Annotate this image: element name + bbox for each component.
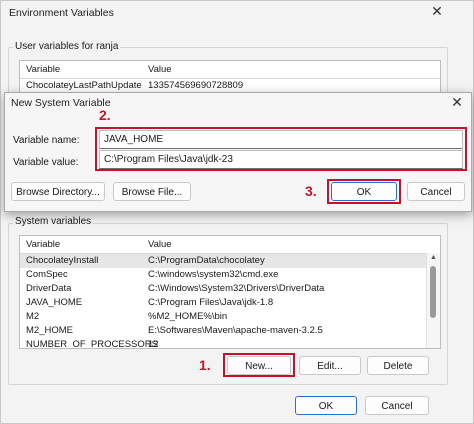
close-icon[interactable]: ✕: [449, 94, 465, 110]
edit-button[interactable]: Edit...: [299, 356, 361, 375]
dialog-title: New System Variable: [11, 97, 111, 109]
variable-value: C:\windows\system32\cmd.exe: [148, 269, 279, 280]
variable-value-label: Variable value:: [13, 157, 79, 168]
scrollbar-thumb[interactable]: [430, 266, 436, 318]
browse-directory-button[interactable]: Browse Directory...: [11, 182, 105, 201]
table-row[interactable]: NUMBER_OF_PROCESSORS 12: [20, 338, 426, 349]
dialog-ok-button[interactable]: OK: [331, 182, 397, 201]
variable-name: M2: [26, 311, 40, 322]
variable-name: M2_HOME: [26, 325, 73, 336]
table-row[interactable]: JAVA_HOME C:\Program Files\Java\jdk-1.8: [20, 296, 426, 310]
scroll-up-icon[interactable]: ▲: [427, 253, 440, 263]
variable-value: C:\Program Files\Java\jdk-1.8: [148, 297, 274, 308]
user-list-header: Variable Value: [20, 61, 440, 79]
vertical-scrollbar[interactable]: ▲: [426, 253, 440, 348]
variable-value: %M2_HOME%\bin: [148, 311, 228, 322]
table-row[interactable]: M2 %M2_HOME%\bin: [20, 310, 426, 324]
user-variables-label: User variables for ranja: [13, 41, 121, 52]
variable-value: E:\Softwares\Maven\apache-maven-3.2.5: [148, 325, 323, 336]
variable-name-field[interactable]: JAVA_HOME: [99, 130, 463, 149]
variable-value-field[interactable]: C:\Program Files\Java\jdk-23: [99, 150, 463, 169]
list-item[interactable]: ChocolateyLastPathUpdate 133574569690728…: [20, 79, 426, 93]
variable-name: JAVA_HOME: [26, 297, 83, 308]
window-title: Environment Variables: [9, 7, 114, 19]
system-list-header: Variable Value: [20, 236, 440, 254]
variable-name: ComSpec: [26, 269, 68, 280]
step-2-annotation: 2.: [99, 107, 111, 123]
variable-name: DriverData: [26, 283, 72, 294]
column-header-variable[interactable]: Variable: [26, 64, 60, 75]
env-cancel-button[interactable]: Cancel: [365, 396, 429, 415]
variable-value: C:\ProgramData\chocolatey: [148, 255, 265, 266]
new-button[interactable]: New...: [227, 356, 291, 375]
delete-button[interactable]: Delete: [367, 356, 429, 375]
system-variables-label: System variables: [13, 216, 94, 227]
step-1-annotation: 1.: [199, 357, 211, 373]
column-header-value[interactable]: Value: [148, 64, 172, 75]
table-row[interactable]: M2_HOME E:\Softwares\Maven\apache-maven-…: [20, 324, 426, 338]
step-3-annotation: 3.: [305, 183, 317, 199]
system-variables-list[interactable]: Variable Value ChocolateyInstall C:\Prog…: [19, 235, 441, 349]
column-header-variable[interactable]: Variable: [26, 239, 60, 250]
env-ok-button[interactable]: OK: [295, 396, 357, 415]
table-row[interactable]: ChocolateyInstall C:\ProgramData\chocola…: [20, 254, 426, 268]
variable-name: ChocolateyInstall: [26, 255, 99, 266]
variable-value: 12: [148, 339, 159, 349]
variable-name-label: Variable name:: [13, 135, 80, 146]
variable-name: ChocolateyLastPathUpdate: [26, 80, 142, 91]
dialog-cancel-button[interactable]: Cancel: [407, 182, 465, 201]
table-row[interactable]: DriverData C:\Windows\System32\Drivers\D…: [20, 282, 426, 296]
environment-variables-window: Environment Variables ✕ User variables f…: [0, 0, 474, 424]
variable-value: C:\Windows\System32\Drivers\DriverData: [148, 283, 325, 294]
variable-name: NUMBER_OF_PROCESSORS: [26, 339, 158, 349]
new-system-variable-dialog: New System Variable ✕ 2. Variable name: …: [4, 92, 472, 212]
table-row[interactable]: ComSpec C:\windows\system32\cmd.exe: [20, 268, 426, 282]
variable-value: 133574569690728809: [148, 80, 244, 91]
browse-file-button[interactable]: Browse File...: [113, 182, 191, 201]
close-icon[interactable]: ✕: [429, 3, 445, 19]
column-header-value[interactable]: Value: [148, 239, 172, 250]
